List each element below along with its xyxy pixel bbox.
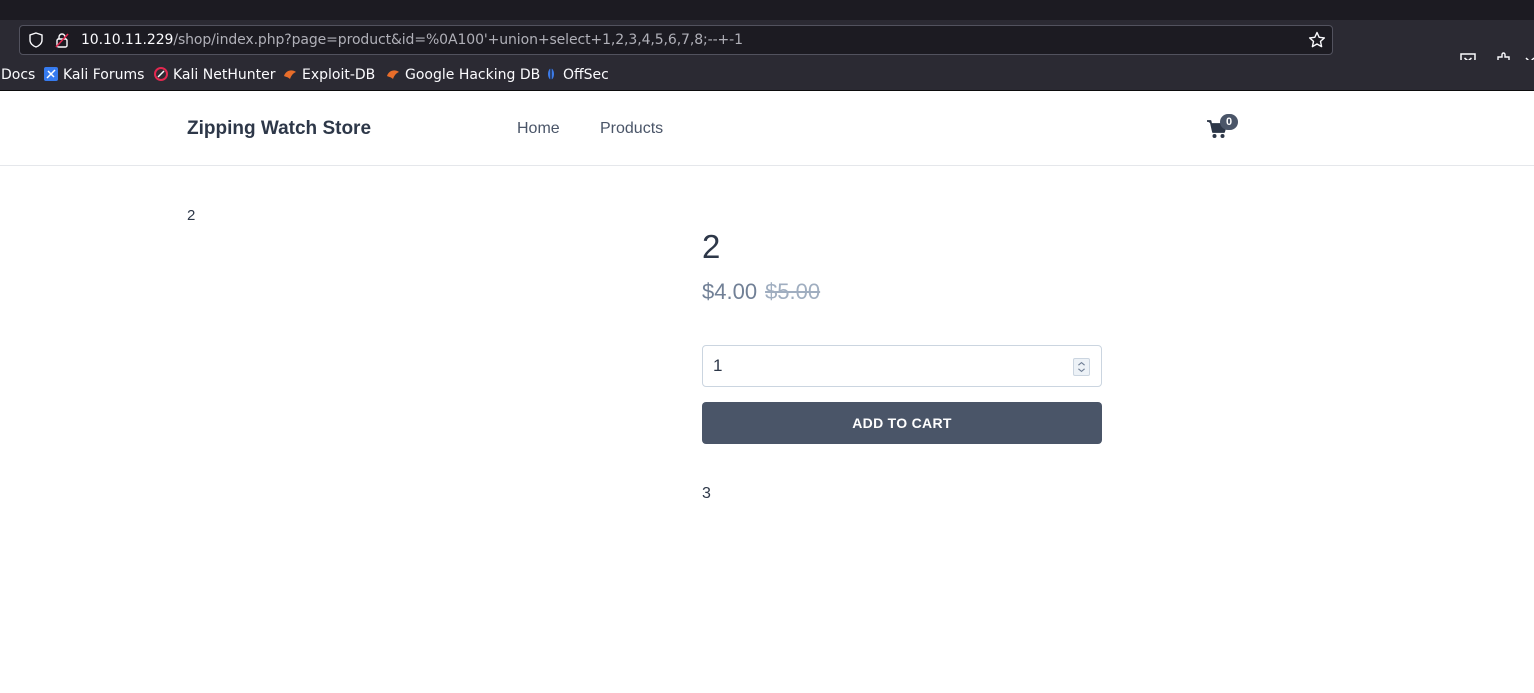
bookmark-label: Exploit-DB xyxy=(302,67,376,83)
site-brand[interactable]: Zipping Watch Store xyxy=(187,118,371,140)
url-path: /shop/index.php?page=product&id=%0A100'+… xyxy=(173,32,743,48)
spinner-arrows-icon[interactable] xyxy=(1073,358,1090,376)
address-bar[interactable]: 10.10.11.229/shop/index.php?page=product… xyxy=(19,25,1333,55)
window-title-bar xyxy=(0,0,1534,20)
current-price: $4.00 xyxy=(702,279,758,304)
quantity-value: 1 xyxy=(713,356,723,375)
cart-count-badge: 0 xyxy=(1220,114,1238,130)
product-title: 2 xyxy=(702,228,721,265)
original-price: $5.00 xyxy=(765,279,821,304)
nav-products-link[interactable]: Products xyxy=(600,120,663,138)
bookmark-docs[interactable]: Docs xyxy=(1,67,35,84)
bookmark-google-hacking-db[interactable]: Google Hacking DB xyxy=(386,67,540,84)
bookmark-label: Google Hacking DB xyxy=(405,67,541,83)
bookmark-exploit-db[interactable]: Exploit-DB xyxy=(283,67,375,84)
kali-nethunter-icon xyxy=(154,67,168,81)
bookmark-star-icon[interactable] xyxy=(1308,31,1326,49)
nav-home-link[interactable]: Home xyxy=(517,120,560,138)
navigation-toolbar: 10.10.11.229/shop/index.php?page=product… xyxy=(0,20,1534,68)
bookmark-kali-nethunter[interactable]: Kali NetHunter xyxy=(154,67,275,84)
site-header: Zipping Watch Store Home Products 0 xyxy=(0,92,1534,166)
exploit-db-icon xyxy=(284,70,296,79)
bookmark-label: OffSec xyxy=(563,67,609,83)
tracking-protection-shield-icon[interactable] xyxy=(28,32,44,48)
offsec-icon xyxy=(548,68,554,80)
bookmark-label: Kali Forums xyxy=(63,67,145,83)
kali-forums-icon xyxy=(44,67,58,81)
product-image-alt-text: 2 xyxy=(187,207,196,224)
product-price: $4.00 $5.00 xyxy=(702,279,820,305)
quantity-stepper[interactable]: 1 xyxy=(702,345,1102,387)
bookmark-kali-forums[interactable]: Kali Forums xyxy=(44,67,144,84)
url-text[interactable]: 10.10.11.229/shop/index.php?page=product… xyxy=(81,32,743,49)
add-to-cart-button[interactable]: ADD TO CART xyxy=(702,402,1102,444)
url-host: 10.10.11.229 xyxy=(81,32,174,48)
bookmark-label: Kali NetHunter xyxy=(173,67,276,83)
bookmark-offsec[interactable]: OffSec xyxy=(544,67,609,84)
insecure-lock-icon[interactable] xyxy=(54,32,70,48)
product-description: 3 xyxy=(702,485,711,502)
bookmark-label: Docs xyxy=(1,67,36,83)
bookmarks-toolbar: Docs Kali Forums Kali NetHunter Exploit-… xyxy=(0,60,1534,91)
ghdb-icon xyxy=(387,70,399,79)
